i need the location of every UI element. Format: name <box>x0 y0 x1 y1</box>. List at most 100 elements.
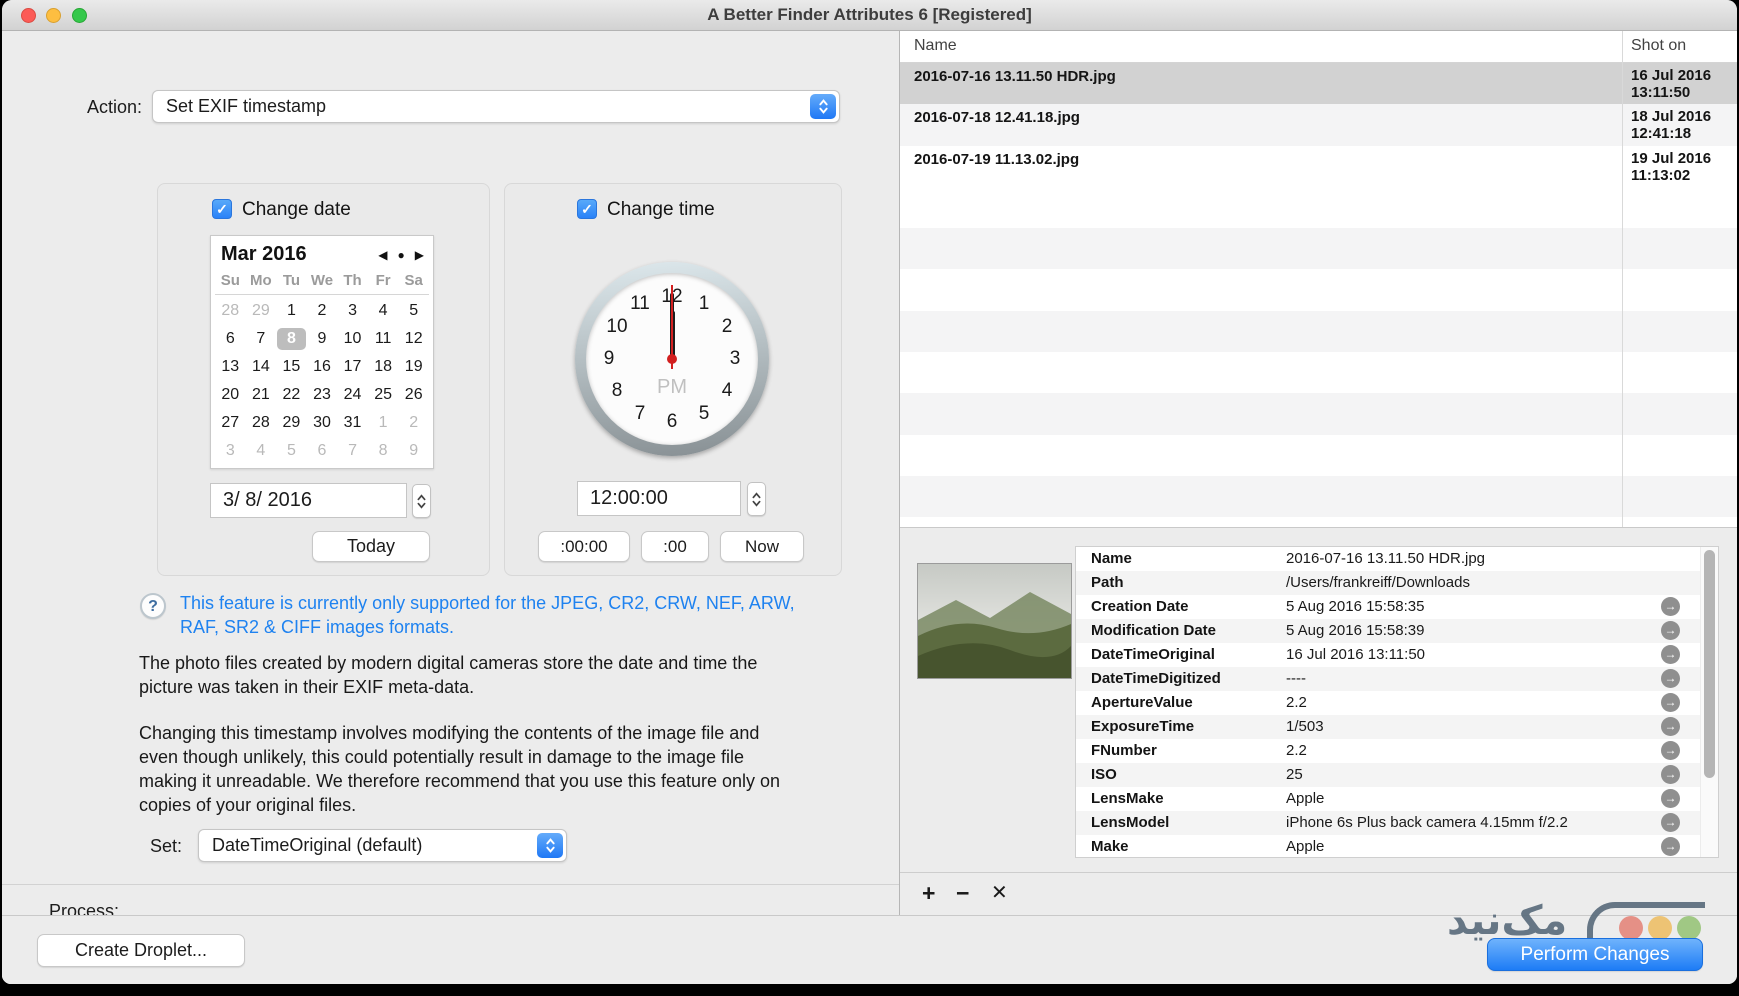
calendar-day-cell[interactable]: 31 <box>337 409 368 437</box>
property-row[interactable]: Name 2016-07-16 13.11.50 HDR.jpg → <box>1076 547 1718 571</box>
calendar-day-cell[interactable]: 27 <box>215 409 246 437</box>
description-line: picture was taken in their EXIF meta-dat… <box>139 677 475 697</box>
set-popup-value: DateTimeOriginal (default) <box>212 835 423 855</box>
calendar-day-cell[interactable]: 3 <box>337 297 368 325</box>
table-row[interactable]: 2016-07-18 12.41.18.jpg 18 Jul 2016 12:4… <box>900 104 1737 146</box>
time-input[interactable]: 12:00:00 <box>577 481 741 516</box>
calendar-day-cell[interactable]: 1 <box>368 409 399 437</box>
calendar-next-icon[interactable]: ▶ <box>415 248 424 262</box>
date-stepper[interactable] <box>412 484 431 518</box>
property-row[interactable]: LensModel iPhone 6s Plus back camera 4.1… <box>1076 811 1718 835</box>
copy-arrow-icon[interactable]: → <box>1661 765 1680 784</box>
time-quick-button[interactable]: :00 <box>641 531 709 562</box>
calendar-day-cell[interactable]: 3 <box>215 437 246 465</box>
time-quick-button[interactable]: :00:00 <box>538 531 630 562</box>
table-row[interactable]: 2016-07-16 13.11.50 HDR.jpg 16 Jul 2016 … <box>900 63 1737 105</box>
calendar-day-cell[interactable]: 8 <box>277 328 306 350</box>
calendar-day-cell[interactable]: 21 <box>246 381 277 409</box>
change-date-checkbox[interactable] <box>212 199 232 219</box>
calendar-day-cell[interactable]: 4 <box>246 437 277 465</box>
remove-files-button[interactable]: − <box>956 873 969 914</box>
property-row[interactable]: ISO 25 → <box>1076 763 1718 787</box>
perform-changes-button[interactable]: Perform Changes <box>1487 938 1703 971</box>
calendar-day-cell[interactable]: 22 <box>276 381 307 409</box>
analog-clock[interactable]: 12 1 2 3 4 5 6 7 <box>575 262 769 456</box>
property-row[interactable]: DateTimeDigitized ---- → <box>1076 667 1718 691</box>
column-header-name[interactable]: Name <box>914 31 957 61</box>
calendar-day-cell[interactable]: 10 <box>337 325 368 353</box>
calendar-day-cell[interactable]: 2 <box>398 409 429 437</box>
calendar-day-cell[interactable]: 26 <box>398 381 429 409</box>
property-row[interactable]: Make Apple → <box>1076 835 1718 857</box>
calendar-day-cell[interactable]: 12 <box>398 325 429 353</box>
calendar-day-cell[interactable]: 29 <box>246 297 277 325</box>
time-stepper[interactable] <box>747 482 766 516</box>
calendar-day-cell[interactable]: 9 <box>307 325 338 353</box>
calendar-day-cell[interactable]: 7 <box>246 325 277 353</box>
set-popup[interactable]: DateTimeOriginal (default) <box>198 829 567 862</box>
property-row[interactable]: Modification Date 5 Aug 2016 15:58:39 → <box>1076 619 1718 643</box>
calendar-day-cell[interactable]: 9 <box>398 437 429 465</box>
column-divider[interactable] <box>1622 31 1623 527</box>
calendar-day-cell[interactable]: 8 <box>368 437 399 465</box>
property-row[interactable]: ExposureTime 1/503 → <box>1076 715 1718 739</box>
calendar-day-cell[interactable]: 19 <box>398 353 429 381</box>
calendar-day-cell[interactable]: 4 <box>368 297 399 325</box>
calendar-day-cell[interactable]: 7 <box>337 437 368 465</box>
calendar-day-cell[interactable]: 30 <box>307 409 338 437</box>
table-row[interactable]: 2016-07-19 11.13.02.jpg 19 Jul 2016 11:1… <box>900 145 1737 187</box>
property-row[interactable]: Creation Date 5 Aug 2016 15:58:35 → <box>1076 595 1718 619</box>
calendar-day-cell[interactable]: 2 <box>307 297 338 325</box>
create-droplet-button[interactable]: Create Droplet... <box>37 934 245 967</box>
calendar-day-cell[interactable]: 13 <box>215 353 246 381</box>
calendar-day-cell[interactable]: 18 <box>368 353 399 381</box>
copy-arrow-icon[interactable]: → <box>1661 813 1680 832</box>
property-row[interactable]: ApertureValue 2.2 → <box>1076 691 1718 715</box>
calendar-day-cell[interactable]: 6 <box>307 437 338 465</box>
copy-arrow-icon[interactable]: → <box>1661 717 1680 736</box>
calendar-day-cell[interactable]: 25 <box>368 381 399 409</box>
property-row[interactable]: FNumber 2.2 → <box>1076 739 1718 763</box>
copy-arrow-icon[interactable]: → <box>1661 741 1680 760</box>
calendar-day-cell[interactable]: 29 <box>276 409 307 437</box>
copy-arrow-icon[interactable]: → <box>1661 669 1680 688</box>
calendar-day-cell[interactable]: 28 <box>215 297 246 325</box>
calendar-day-name: Sa <box>404 272 423 289</box>
calendar-day-cell[interactable]: 16 <box>307 353 338 381</box>
scrollbar-thumb[interactable] <box>1703 550 1715 778</box>
scrollbar-track[interactable] <box>1700 547 1718 857</box>
calendar-day-cell[interactable]: 5 <box>276 437 307 465</box>
shot-date: 19 Jul 2016 <box>1631 149 1712 167</box>
calendar-day-cell[interactable]: 6 <box>215 325 246 353</box>
copy-arrow-icon[interactable]: → <box>1661 837 1680 856</box>
copy-arrow-icon[interactable]: → <box>1661 597 1680 616</box>
copy-arrow-icon[interactable]: → <box>1661 693 1680 712</box>
calendar-day-cell[interactable]: 1 <box>276 297 307 325</box>
date-input[interactable]: 3/ 8/ 2016 <box>210 483 407 518</box>
today-button[interactable]: Today <box>312 531 430 562</box>
property-row[interactable]: LensMake Apple → <box>1076 787 1718 811</box>
copy-arrow-icon[interactable]: → <box>1661 645 1680 664</box>
calendar-day-cell[interactable]: 24 <box>337 381 368 409</box>
calendar-day-cell[interactable]: 11 <box>368 325 399 353</box>
calendar-today-icon[interactable]: ● <box>398 248 405 262</box>
calendar-day-cell[interactable]: 15 <box>276 353 307 381</box>
calendar-day-cell[interactable]: 28 <box>246 409 277 437</box>
copy-arrow-icon[interactable]: → <box>1661 789 1680 808</box>
action-popup[interactable]: Set EXIF timestamp <box>152 90 840 123</box>
property-row[interactable]: Path /Users/frankreiff/Downloads → <box>1076 571 1718 595</box>
calendar-day-cell[interactable]: 17 <box>337 353 368 381</box>
change-time-checkbox[interactable] <box>577 199 597 219</box>
help-icon[interactable]: ? <box>140 593 166 619</box>
copy-arrow-icon[interactable]: → <box>1661 621 1680 640</box>
calendar-day-cell[interactable]: 5 <box>398 297 429 325</box>
add-files-button[interactable]: + <box>922 873 935 914</box>
calendar-prev-icon[interactable]: ◀ <box>378 248 387 262</box>
property-row[interactable]: DateTimeOriginal 16 Jul 2016 13:11:50 → <box>1076 643 1718 667</box>
column-header-shot-on[interactable]: Shot on <box>1631 31 1686 61</box>
calendar-day-cell[interactable]: 20 <box>215 381 246 409</box>
calendar-day-cell[interactable]: 14 <box>246 353 277 381</box>
time-quick-button[interactable]: Now <box>720 531 804 562</box>
calendar-day-cell[interactable]: 23 <box>307 381 338 409</box>
clear-files-button[interactable]: ✕ <box>991 873 1008 914</box>
